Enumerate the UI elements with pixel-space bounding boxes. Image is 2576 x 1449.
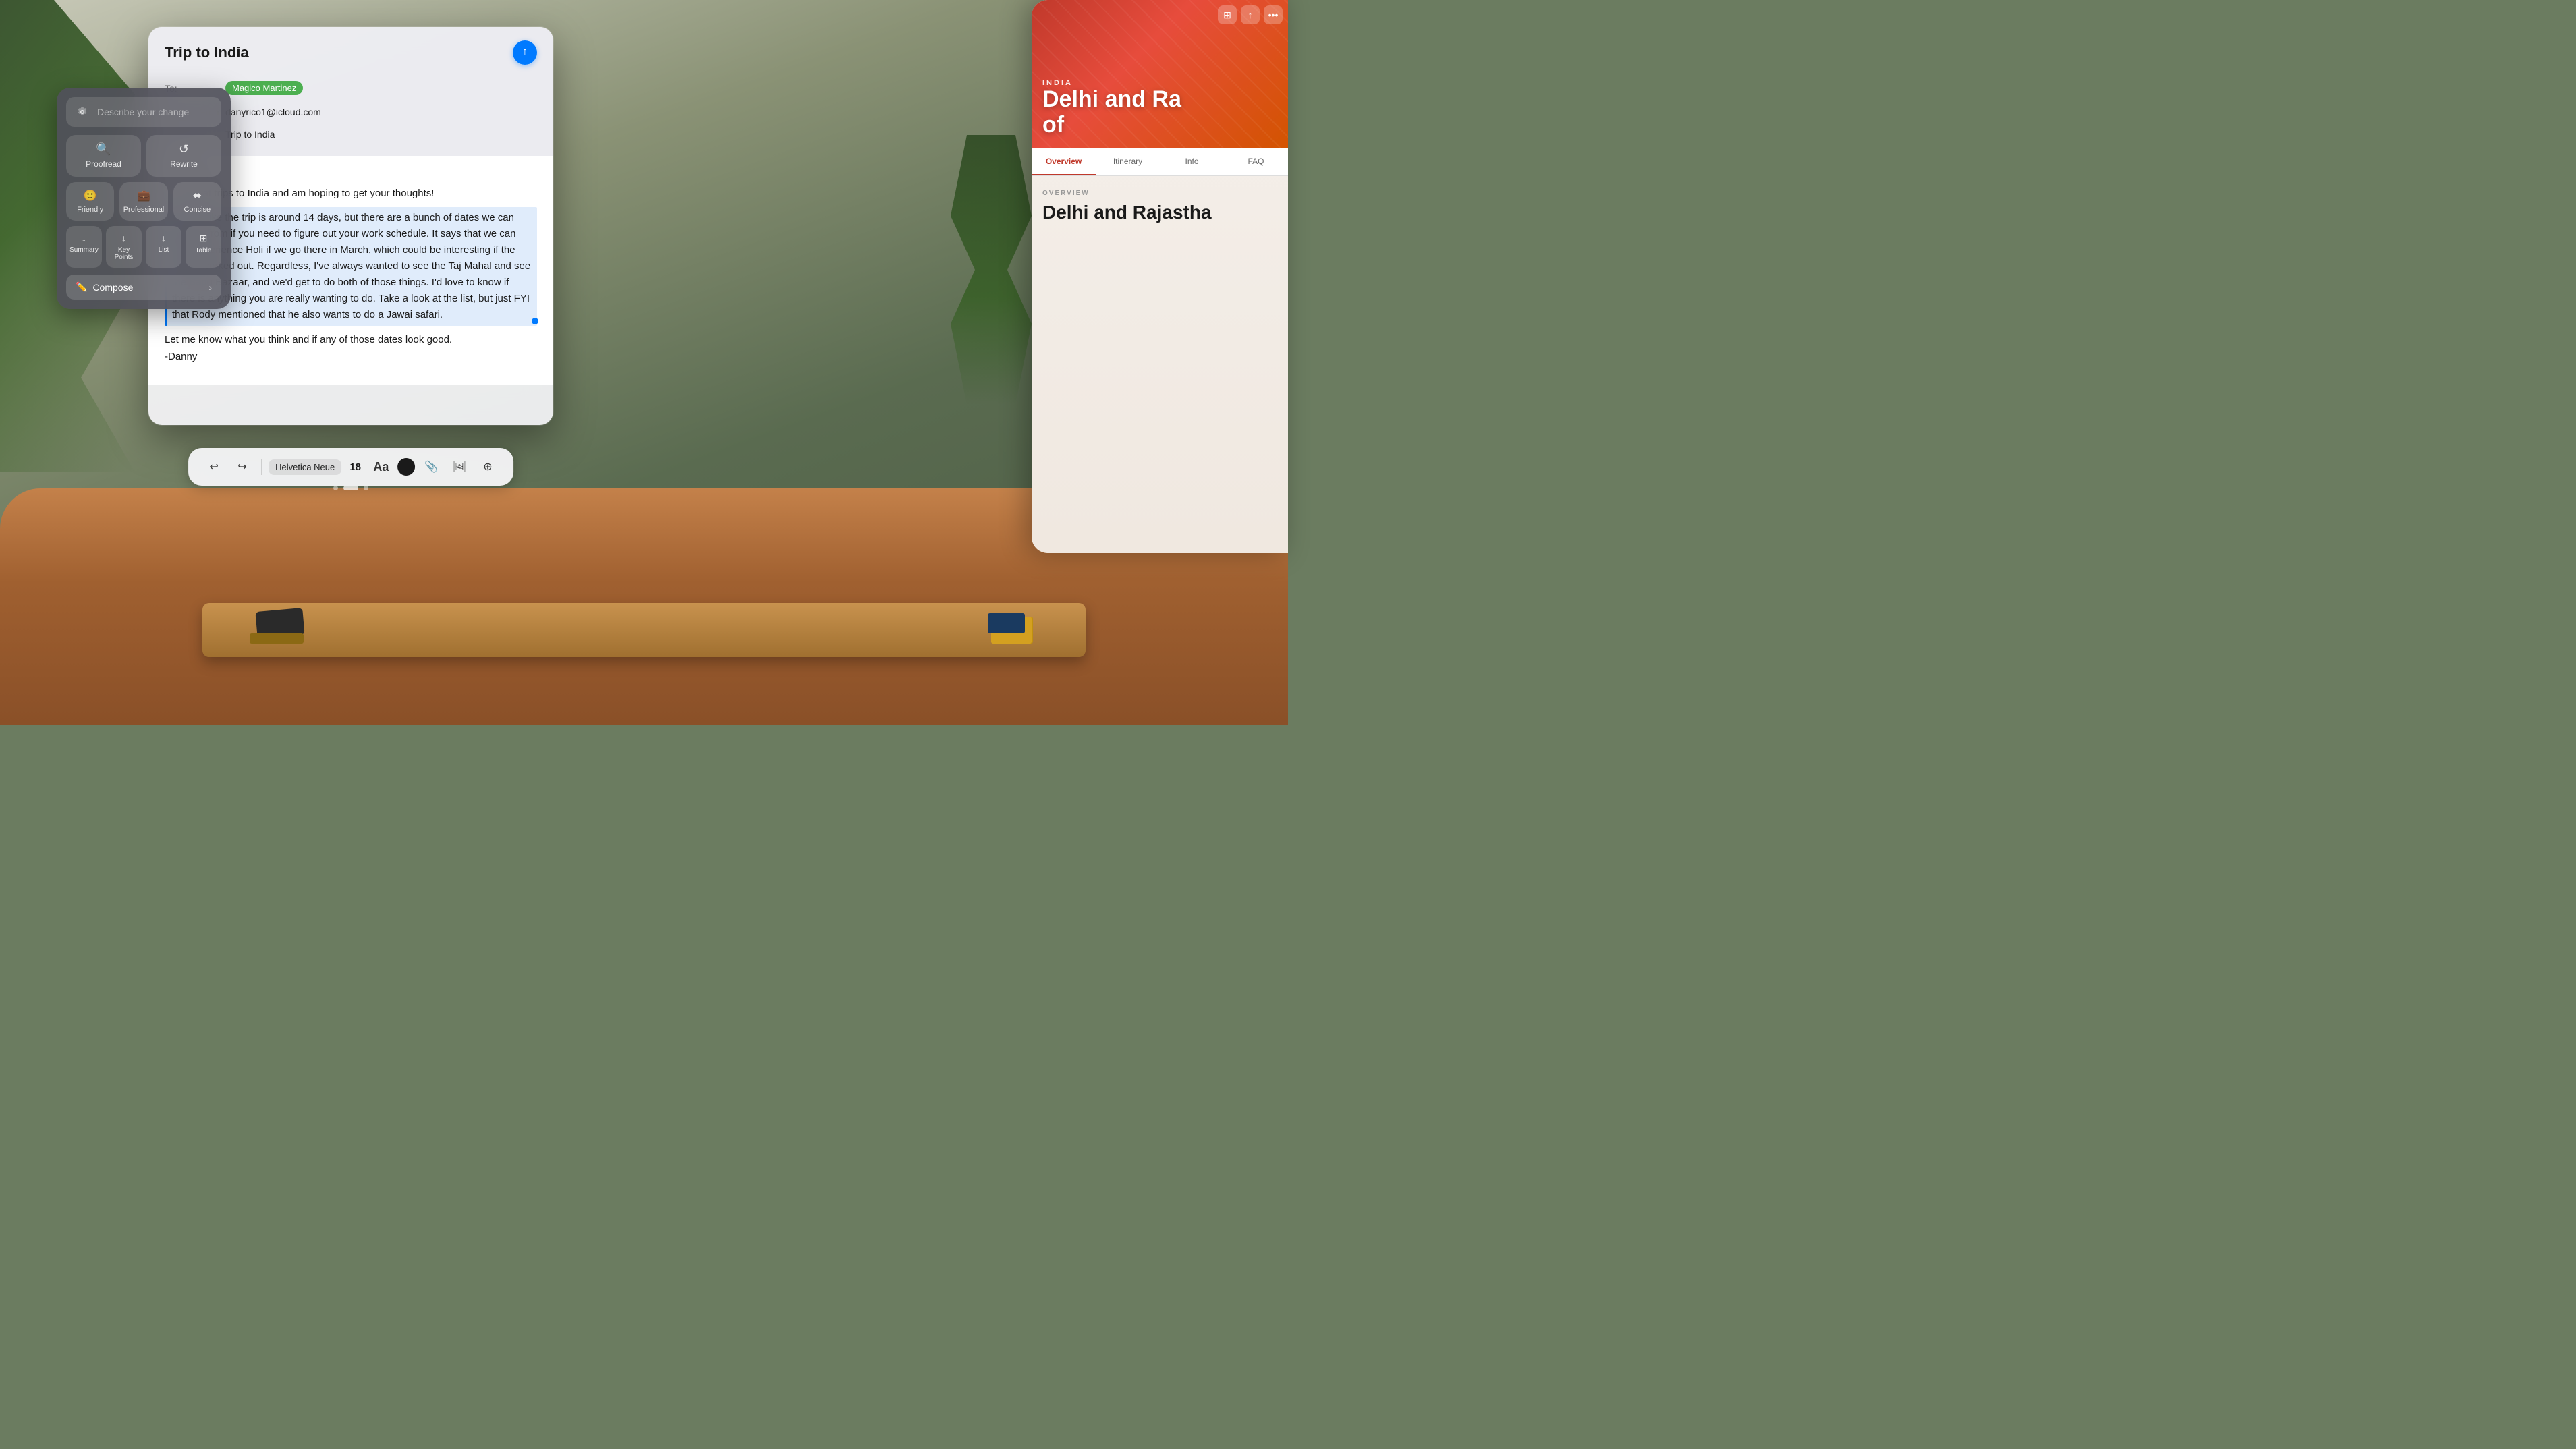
proofread-button[interactable]: 🔍 Proofread	[66, 135, 141, 177]
friendly-button[interactable]: 🙂 Friendly	[66, 182, 114, 221]
chevron-right-icon: ›	[208, 282, 212, 293]
email-signature: -Danny	[165, 351, 537, 362]
font-picker[interactable]: Helvetica Neue	[269, 459, 341, 475]
tools-row-1: 🔍 Proofread ↺ Rewrite	[66, 135, 221, 177]
email-title: Trip to India	[165, 44, 249, 61]
overview-title: Delhi and Rajastha	[1042, 201, 1277, 224]
dot-1	[333, 486, 338, 490]
list-icon: ↓	[161, 233, 166, 244]
key-points-icon: ↓	[121, 233, 126, 244]
send-button[interactable]: ↑	[513, 40, 537, 65]
concise-icon: ⬌	[193, 189, 202, 202]
overview-label: OVERVIEW	[1042, 190, 1277, 197]
proofread-icon: 🔍	[96, 143, 111, 155]
list-label: List	[159, 246, 169, 254]
travel-panel: ⊞ ↑ ••• INDIA Delhi and Ra of Overview I…	[1032, 0, 1288, 553]
describe-placeholder: Describe your change	[97, 107, 189, 117]
more-icon[interactable]: •••	[1264, 5, 1283, 24]
friendly-label: Friendly	[77, 206, 103, 214]
list-button[interactable]: ↓ List	[146, 226, 181, 268]
travel-title: Delhi and Ra of	[1042, 87, 1277, 138]
india-label: INDIA	[1042, 79, 1277, 87]
key-points-label: Key Points	[109, 246, 139, 261]
undo-button[interactable]: ↩	[202, 455, 226, 479]
writing-tools-header[interactable]: Describe your change	[66, 97, 221, 127]
email-toolbar: ↩ ↪ Helvetica Neue 18 Aa 📎 🖼 ⊕	[188, 448, 513, 486]
photo-button[interactable]: 🖼	[447, 455, 472, 479]
compose-button-left: ✏️ Compose	[76, 281, 133, 293]
color-picker[interactable]	[397, 458, 415, 476]
book2	[988, 613, 1025, 633]
writing-tools-panel: Describe your change 🔍 Proofread ↺ Rewri…	[57, 88, 231, 309]
recipient-chip[interactable]: Magico Martinez	[225, 81, 303, 95]
compose-label: Compose	[92, 282, 133, 293]
more-options-button[interactable]: ⊕	[476, 455, 500, 479]
pencil-icon: ✏️	[76, 281, 87, 293]
rewrite-icon: ↺	[179, 143, 189, 155]
email-closing: Let me know what you think and if any of…	[165, 334, 537, 345]
nav-overview[interactable]: Overview	[1032, 148, 1096, 175]
nav-info[interactable]: Info	[1160, 148, 1224, 175]
table-icon: ⊞	[200, 233, 208, 244]
professional-label: Professional	[123, 206, 165, 214]
text-format-button[interactable]: Aa	[369, 455, 393, 479]
compose-button[interactable]: ✏️ Compose ›	[66, 275, 221, 300]
attachment-button[interactable]: 📎	[419, 455, 443, 479]
concise-button[interactable]: ⬌ Concise	[173, 182, 221, 221]
toolbar-divider-1	[261, 459, 262, 475]
dot-3	[364, 486, 368, 490]
professional-button[interactable]: 💼 Professional	[119, 182, 167, 221]
from-email: danyrico1@icloud.com	[225, 107, 321, 117]
redo-button[interactable]: ↪	[230, 455, 254, 479]
subject-value: Trip to India	[225, 129, 275, 140]
proofread-label: Proofread	[86, 159, 121, 169]
share-icon[interactable]: ↑	[1241, 5, 1260, 24]
key-points-button[interactable]: ↓ Key Points	[106, 226, 142, 268]
grid-icon[interactable]: ⊞	[1218, 5, 1237, 24]
dot-2-active	[343, 486, 358, 490]
tools-row-2: 🙂 Friendly 💼 Professional ⬌ Concise	[66, 182, 221, 221]
travel-nav: Overview Itinerary Info FAQ	[1032, 148, 1288, 176]
summary-button[interactable]: ↓ Summary	[66, 226, 102, 268]
email-subject-row: Trip to India ↑	[165, 40, 537, 65]
rewrite-button[interactable]: ↺ Rewrite	[146, 135, 221, 177]
tools-row-3: ↓ Summary ↓ Key Points ↓ List ⊞ Table	[66, 226, 221, 268]
travel-overview-section: OVERVIEW Delhi and Rajastha	[1032, 176, 1288, 237]
summary-icon: ↓	[82, 233, 86, 244]
concise-label: Concise	[184, 206, 211, 214]
table-label: Table	[196, 247, 212, 254]
wallet	[250, 633, 304, 644]
nav-faq[interactable]: FAQ	[1224, 148, 1288, 175]
coffee-table	[202, 603, 1086, 657]
rewrite-label: Rewrite	[170, 159, 198, 169]
travel-header: ⊞ ↑ ••• INDIA Delhi and Ra of	[1032, 0, 1288, 148]
nav-itinerary[interactable]: Itinerary	[1096, 148, 1160, 175]
selection-cursor-end	[532, 318, 538, 324]
gear-icon	[73, 103, 92, 121]
font-size-picker[interactable]: 18	[345, 459, 365, 476]
friendly-icon: 🙂	[84, 189, 97, 202]
professional-icon: 💼	[137, 189, 150, 202]
table-button[interactable]: ⊞ Table	[186, 226, 221, 268]
page-dots	[148, 486, 553, 490]
send-arrow-icon: ↑	[522, 47, 528, 57]
summary-label: Summary	[69, 246, 99, 254]
